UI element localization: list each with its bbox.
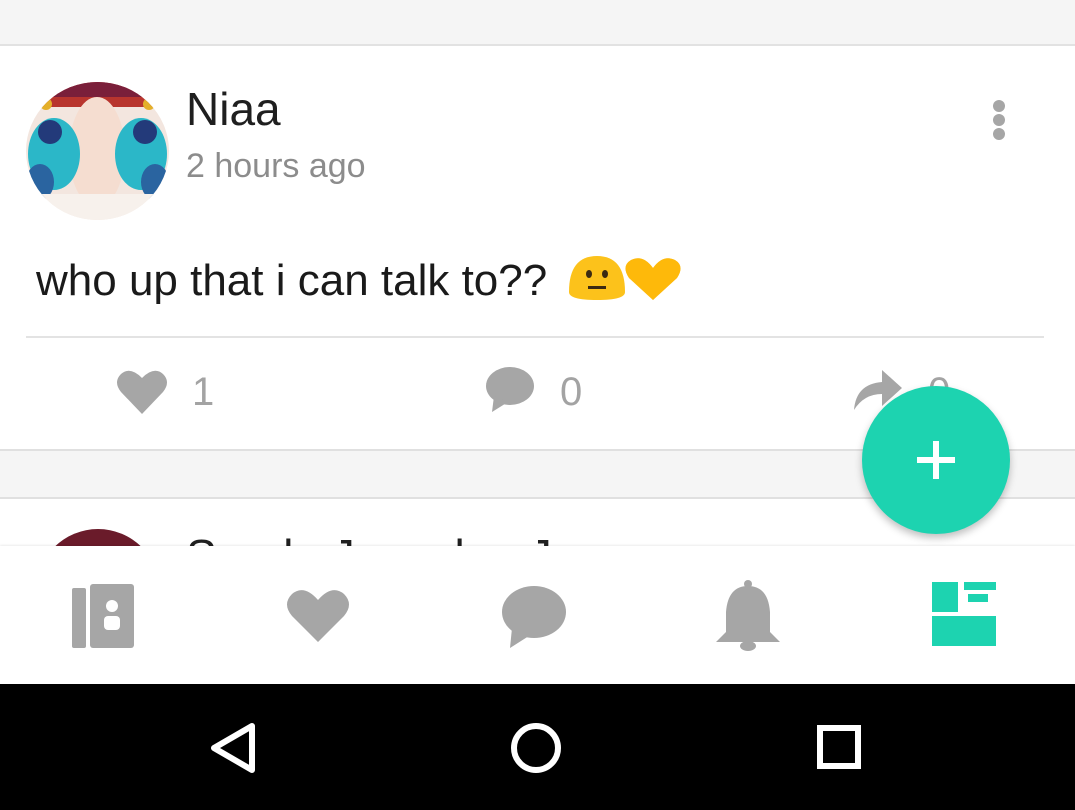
avatar-image [26,82,169,220]
comment-count: 0 [560,370,583,414]
home-button[interactable] [496,704,576,790]
recents-button[interactable] [800,704,880,790]
nav-notifications-tab[interactable] [708,576,788,656]
plus-icon [917,441,955,479]
neutral-face-emoji [569,256,682,300]
post-divider [26,336,1044,338]
post-text-row: who up that i can talk to?? [36,252,683,315]
profile-cards-icon [72,584,134,648]
back-icon [211,723,255,773]
author-avatar[interactable] [26,82,169,220]
nav-likes-tab[interactable] [278,576,358,656]
comment-icon [486,367,534,412]
back-button[interactable] [196,704,276,790]
create-post-button[interactable] [862,386,1010,534]
app-screen: Niaa 2 hours ago who up that i can talk … [0,0,1075,810]
author-name[interactable]: Niaa [186,84,281,134]
top-spacer [0,0,1075,46]
nav-feed-tab[interactable] [924,576,1004,656]
nav-profiles-tab[interactable] [64,576,144,656]
more-options-icon[interactable] [982,96,1016,144]
post-timestamp: 2 hours ago [186,147,366,185]
chat-bubble-icon [502,586,566,648]
home-icon [511,723,561,773]
like-count: 1 [192,370,215,414]
heart-icon [287,590,349,642]
system-navigation-bar [0,684,1075,810]
like-button[interactable]: 1 [116,364,256,420]
post-text: who up that i can talk to?? [36,256,548,306]
heart-icon [117,370,167,414]
recents-icon [817,725,861,769]
feed-layout-icon [932,582,996,646]
bottom-navigation [0,546,1075,684]
comment-button[interactable]: 0 [484,364,624,420]
bell-icon [716,580,780,651]
nav-chats-tab[interactable] [494,576,574,656]
post-emojis [567,252,683,315]
